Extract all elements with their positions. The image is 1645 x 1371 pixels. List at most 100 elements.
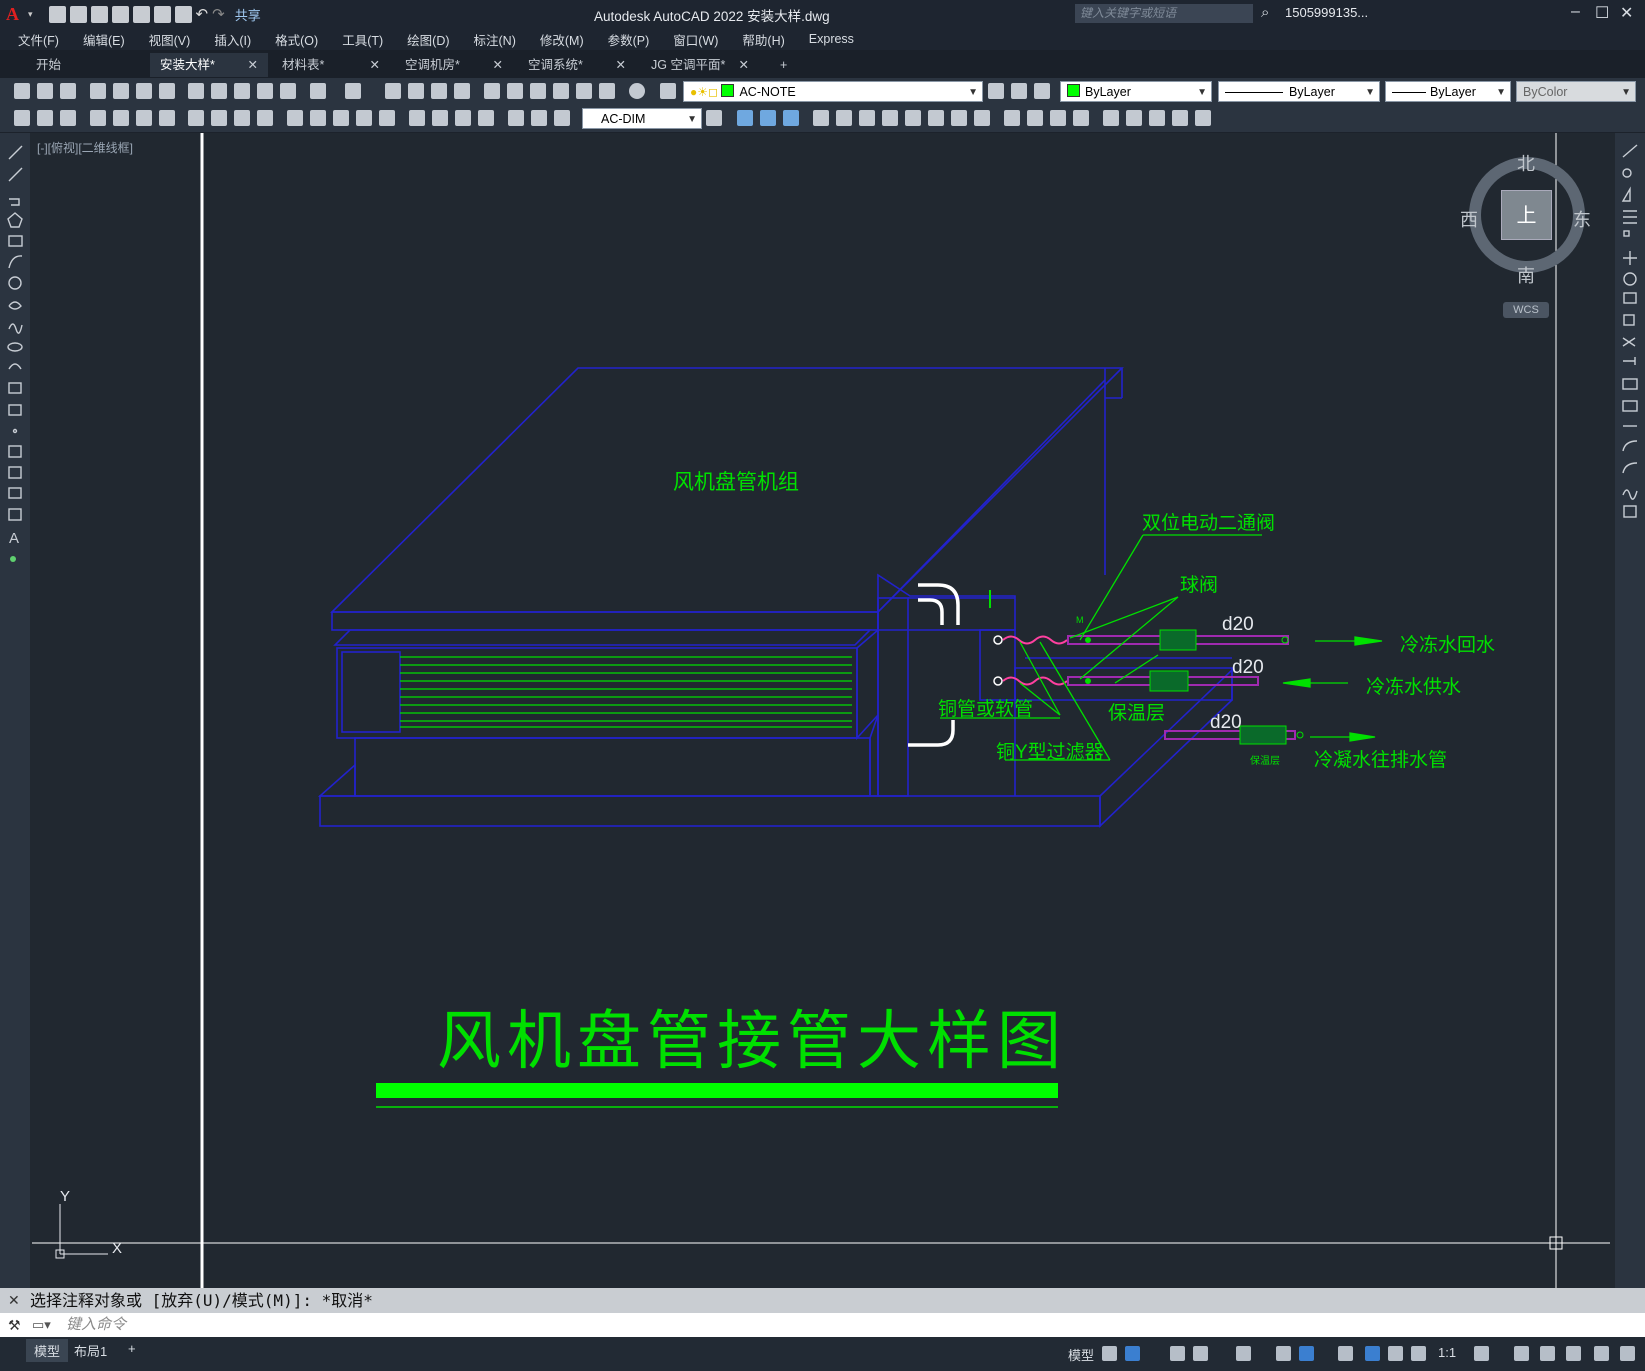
properties-icon[interactable] <box>484 83 500 99</box>
cut-icon[interactable] <box>188 83 204 99</box>
model-space-button[interactable]: 模型 <box>1068 1345 1094 1364</box>
dimstyle-dropdown[interactable]: AC-DIM ▼ <box>582 108 702 129</box>
jogged-linear-icon[interactable] <box>478 110 494 126</box>
modify-icon-19[interactable] <box>1172 110 1188 126</box>
dim-edit-icon[interactable] <box>508 110 524 126</box>
viewport-controls-label[interactable]: [-][俯视][二维线框] <box>37 139 133 156</box>
new-file-icon[interactable] <box>48 5 66 23</box>
open-file-icon[interactable] <box>69 5 87 23</box>
paste-icon[interactable] <box>234 83 250 99</box>
snap-icon[interactable] <box>1125 1346 1140 1361</box>
blend-curves-icon[interactable] <box>1622 489 1638 500</box>
mirror-icon[interactable] <box>1621 186 1631 202</box>
annotation-visibility-icon[interactable] <box>1365 1346 1380 1361</box>
tool-palettes-icon[interactable] <box>530 83 546 99</box>
extend-icon[interactable] <box>1623 357 1636 365</box>
modify-icon-15[interactable] <box>1073 110 1089 126</box>
add-layout-button[interactable]: + <box>120 1339 144 1358</box>
baseline-dim-icon[interactable] <box>310 110 326 126</box>
angular-dim-icon[interactable] <box>257 110 273 126</box>
layer-previous-icon[interactable] <box>1011 83 1027 99</box>
copy-object-icon[interactable] <box>1622 168 1632 178</box>
share-button[interactable]: 共享 <box>235 5 261 24</box>
modify-icon-11[interactable] <box>974 110 990 126</box>
compass-east[interactable]: 东 <box>1573 206 1591 232</box>
minimize-button[interactable]: – <box>1571 3 1580 21</box>
close-icon[interactable]: ✕ <box>8 1288 20 1313</box>
settings-gear-icon[interactable] <box>1474 1346 1489 1361</box>
toolbar-icon-3[interactable] <box>60 110 76 126</box>
plot-icon[interactable] <box>90 83 106 99</box>
search-icon[interactable]: ⌕ <box>1261 4 1269 21</box>
erase-icon[interactable] <box>1622 144 1638 158</box>
aligned-dim-icon[interactable] <box>113 110 129 126</box>
lineweight-icon[interactable] <box>1338 1346 1353 1361</box>
layer-dropdown[interactable]: ●☀◻ AC-NOTE ▼ <box>683 81 983 102</box>
tolerance-icon[interactable] <box>409 110 425 126</box>
pan-icon[interactable] <box>385 83 401 99</box>
fillet-icon[interactable] <box>1622 462 1638 474</box>
zoom-previous-icon[interactable] <box>454 83 470 99</box>
redo-icon[interactable] <box>345 83 361 99</box>
tab-close-icon[interactable]: ✕ <box>493 53 503 77</box>
layer-state-icon[interactable] <box>1034 83 1050 99</box>
match-properties-icon[interactable] <box>257 83 273 99</box>
save-icon[interactable] <box>90 5 108 23</box>
modify-icon-13[interactable] <box>1027 110 1043 126</box>
menu-express[interactable]: Express <box>809 32 854 46</box>
arc-icon[interactable] <box>8 255 23 269</box>
menu-draw[interactable]: 绘图(D) <box>407 30 449 49</box>
copy-icon[interactable] <box>211 83 227 99</box>
inspect-icon[interactable] <box>455 110 471 126</box>
zoom-realtime-icon[interactable] <box>408 83 424 99</box>
modify-icon-1[interactable] <box>737 110 753 126</box>
mtext-icon[interactable]: A <box>9 530 19 547</box>
modify-icon-20[interactable] <box>1195 110 1211 126</box>
preview-icon[interactable] <box>113 83 129 99</box>
dim-space-icon[interactable] <box>356 110 372 126</box>
tab-close-icon[interactable]: ✕ <box>616 53 626 77</box>
modify-icon-10[interactable] <box>951 110 967 126</box>
chamfer-icon[interactable] <box>1622 440 1638 452</box>
annotation-scale-icon[interactable] <box>1411 1346 1426 1361</box>
tab-close-icon[interactable]: ✕ <box>248 53 258 77</box>
hardware-acceleration-icon[interactable] <box>1566 1346 1581 1361</box>
modify-icon-7[interactable] <box>882 110 898 126</box>
help-icon[interactable] <box>629 83 645 99</box>
tab-jg-ac-plan[interactable]: JG 空调平面* ✕ <box>641 53 759 77</box>
toolbar-icon-2[interactable] <box>37 110 53 126</box>
point-icon[interactable] <box>12 428 18 434</box>
save-as-icon[interactable] <box>111 5 129 23</box>
3d-print-icon[interactable] <box>159 83 175 99</box>
diameter-dim-icon[interactable] <box>234 110 250 126</box>
maximize-button[interactable]: ☐ <box>1595 3 1609 23</box>
make-block-icon[interactable] <box>8 404 22 416</box>
layer-properties-icon[interactable] <box>660 83 676 99</box>
make-current-icon[interactable] <box>988 83 1004 99</box>
zoom-window-icon[interactable] <box>431 83 447 99</box>
circle-icon[interactable] <box>8 276 22 290</box>
ortho-icon[interactable] <box>1170 1346 1185 1361</box>
command-prompt-icon[interactable]: ▭▾ <box>32 1313 51 1337</box>
command-input[interactable]: ⚒ ▭▾ 键入命令 <box>0 1313 1645 1337</box>
menu-tools[interactable]: 工具(T) <box>342 30 383 49</box>
modify-icon-4[interactable] <box>813 110 829 126</box>
save-icon[interactable] <box>60 83 76 99</box>
publish-icon[interactable] <box>136 83 152 99</box>
menu-modify[interactable]: 修改(M) <box>540 30 584 49</box>
break-icon[interactable] <box>1622 400 1638 412</box>
open-web-icon[interactable] <box>132 5 150 23</box>
wcs-menu[interactable]: WCS <box>1503 302 1549 318</box>
tab-close-icon[interactable]: ✕ <box>370 53 380 77</box>
compass-west[interactable]: 西 <box>1460 206 1478 232</box>
tab-start[interactable]: 开始 <box>26 53 144 77</box>
polar-icon[interactable] <box>1193 1346 1208 1361</box>
menu-view[interactable]: 视图(V) <box>149 30 191 49</box>
modify-icon-5[interactable] <box>836 110 852 126</box>
tab-material-table[interactable]: 材料表* ✕ <box>272 53 390 77</box>
hatch-icon[interactable] <box>8 445 22 458</box>
customization-menu-icon[interactable] <box>1620 1346 1635 1361</box>
redo-icon[interactable]: ↷ <box>212 5 225 23</box>
undo-icon[interactable] <box>310 83 326 99</box>
ordinate-dim-icon[interactable] <box>159 110 175 126</box>
